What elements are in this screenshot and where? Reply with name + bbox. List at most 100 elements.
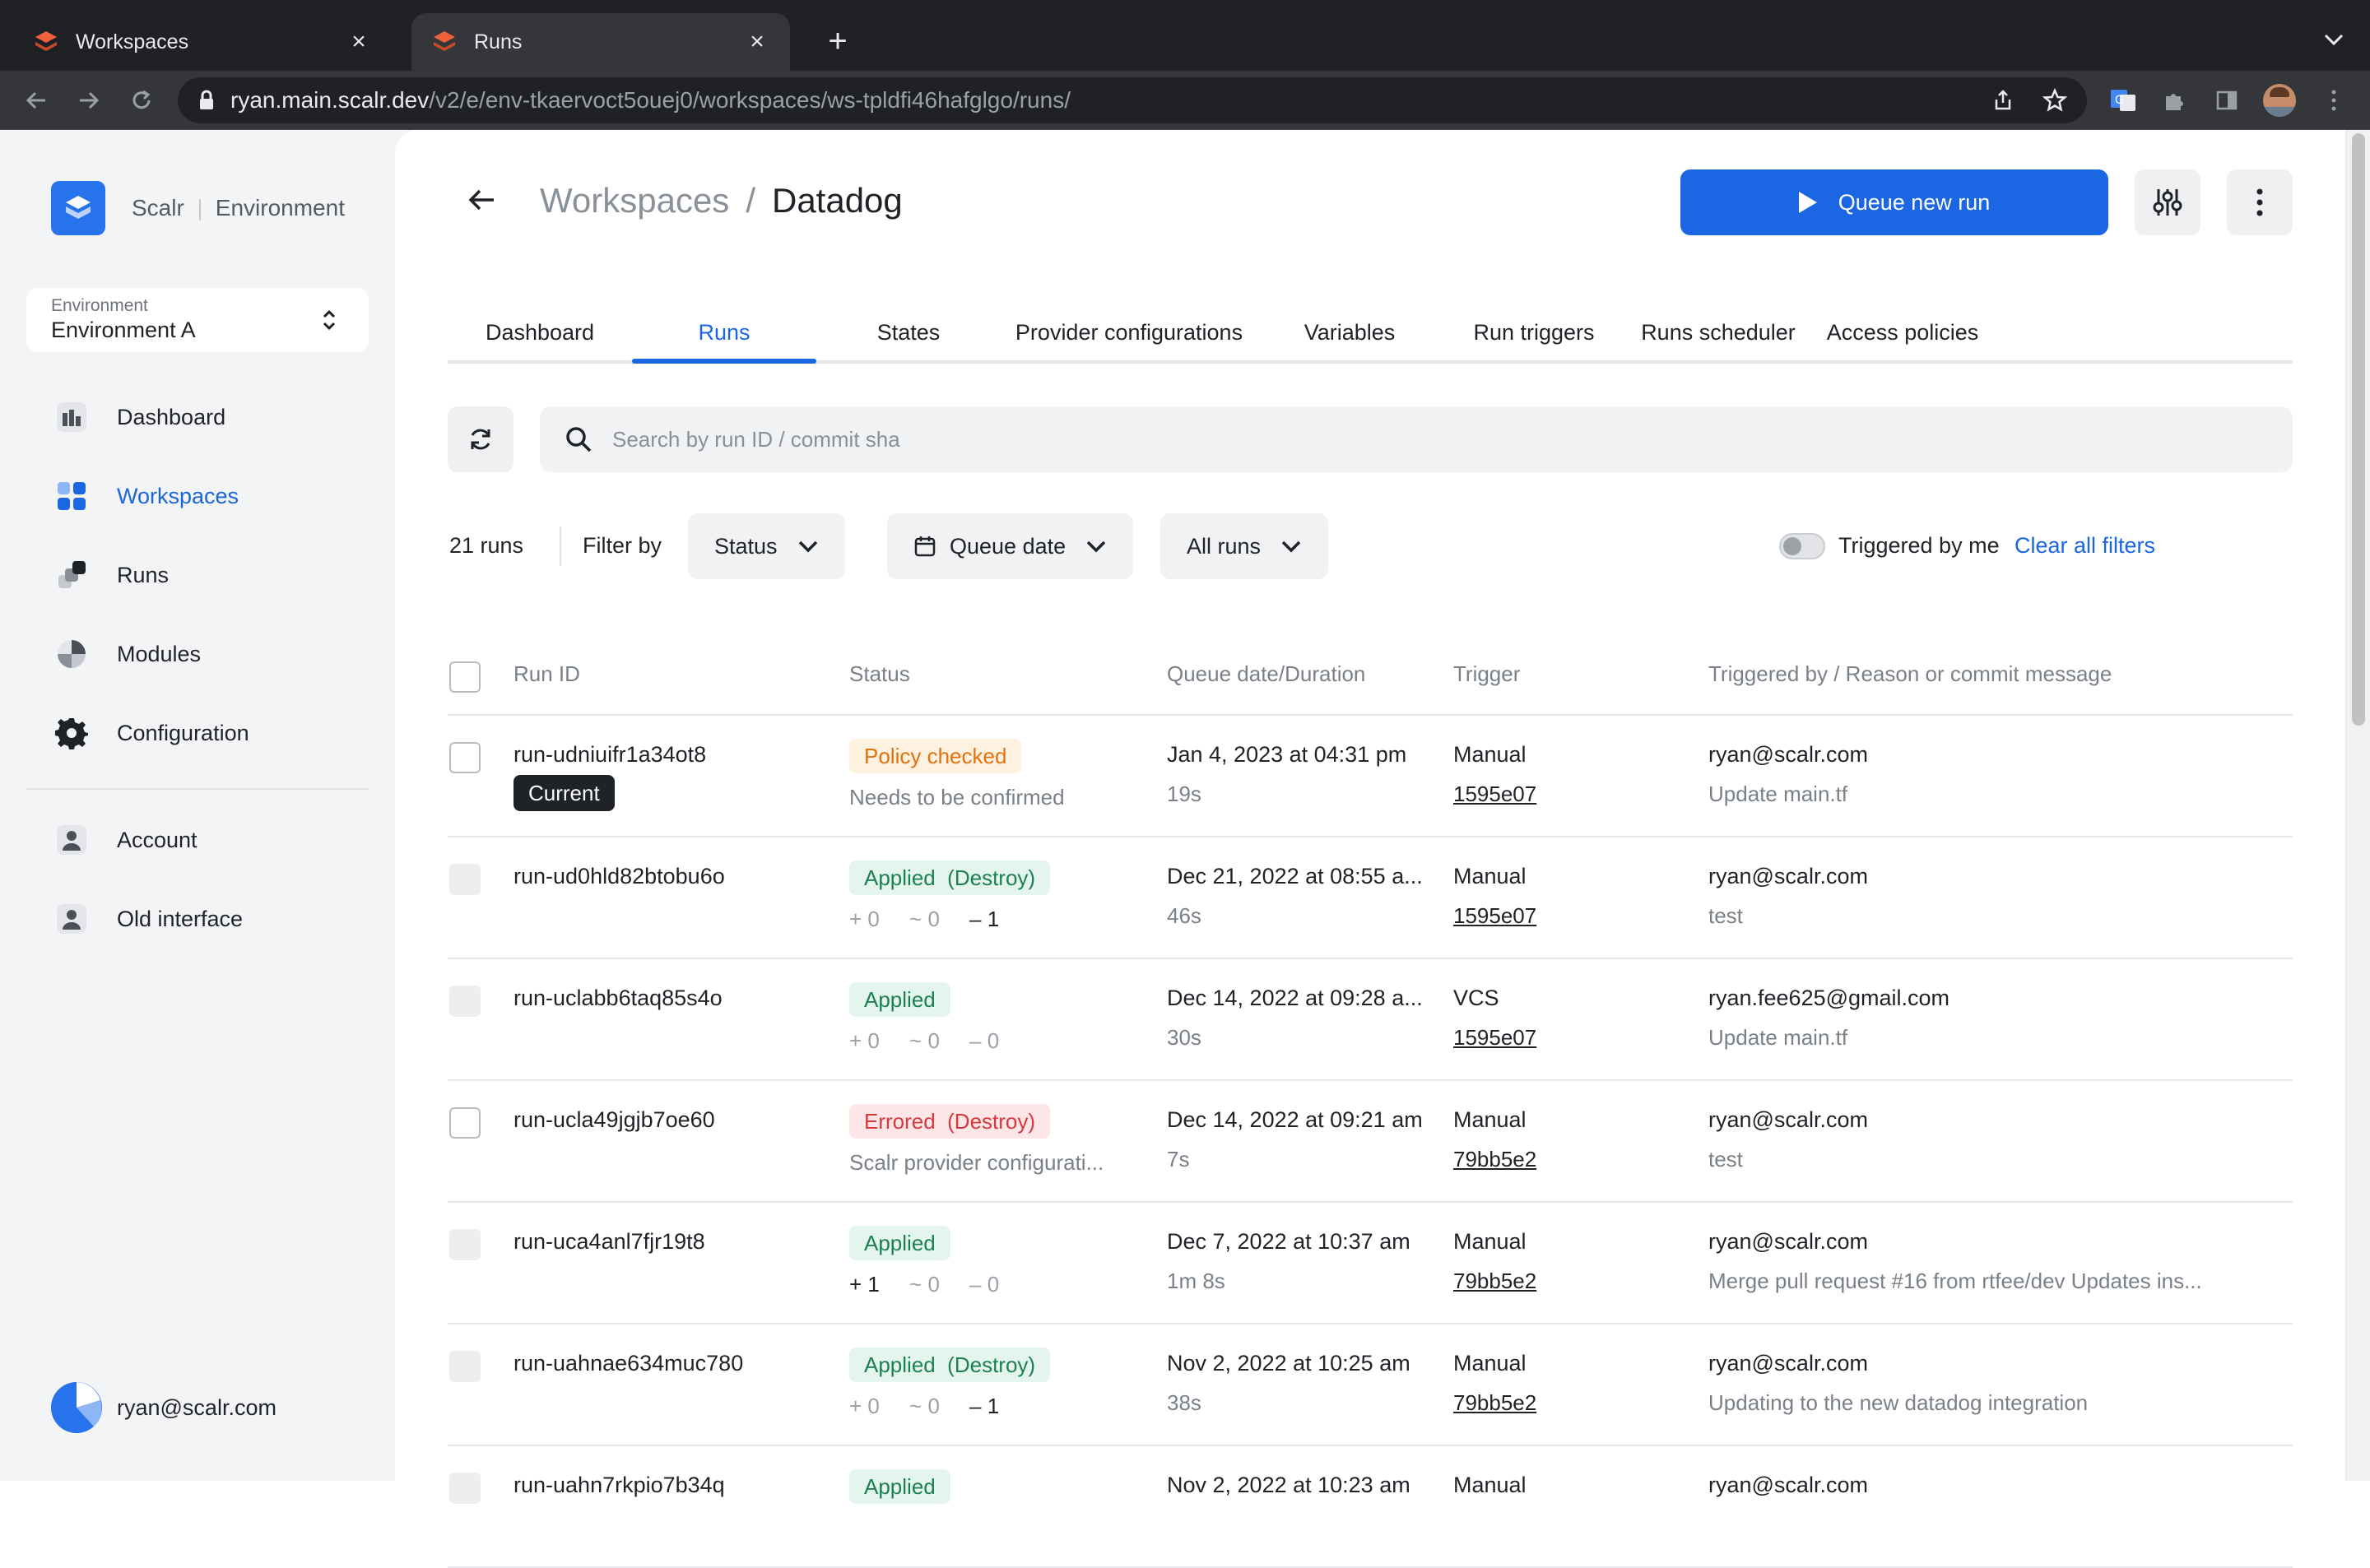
tab-variables[interactable]: Variables (1257, 303, 1442, 362)
refresh-button[interactable] (448, 406, 514, 472)
tab-run-triggers[interactable]: Run triggers (1442, 303, 1626, 362)
commit-sha-link[interactable]: 79bb5e2 (1453, 1390, 1536, 1416)
tab-access-policies[interactable]: Access policies (1810, 303, 1995, 362)
row-checkbox[interactable] (449, 864, 481, 895)
sidebar-item-account[interactable]: Account (51, 819, 198, 861)
run-id[interactable]: run-uclabb6taq85s4o (514, 986, 723, 1011)
table-row[interactable]: run-ud0hld82btobu6o Applied (Destroy) + 0 … (448, 837, 2293, 959)
queue-date: Jan 4, 2023 at 04:31 pm (1167, 742, 1407, 767)
run-id[interactable]: run-ucla49jgjb7oe60 (514, 1107, 715, 1133)
profile-avatar[interactable] (2261, 82, 2298, 118)
back-arrow-icon[interactable] (461, 179, 502, 220)
run-id[interactable]: run-uahnae634muc780 (514, 1351, 743, 1376)
environment-caption: Environment (51, 296, 148, 315)
table-row[interactable]: run-uahn7rkpio7b34q Applied Nov 2, 2022 at… (448, 1446, 2293, 1568)
tab-runs[interactable]: Runs (632, 303, 816, 362)
select-all-checkbox[interactable] (449, 661, 481, 693)
row-checkbox[interactable] (449, 1107, 481, 1139)
browser-tab-workspaces[interactable]: Workspaces × (13, 13, 392, 71)
commit-sha-link[interactable]: 1595e07 (1453, 782, 1536, 807)
commit-sha-link[interactable]: 1595e07 (1453, 903, 1536, 929)
share-icon[interactable] (1991, 89, 2014, 112)
row-checkbox[interactable] (449, 1229, 481, 1260)
tab-runs-scheduler[interactable]: Runs scheduler (1626, 303, 1810, 362)
translate-icon[interactable]: G (2105, 82, 2141, 118)
table-row[interactable]: run-ucla49jgjb7oe60 Errored (Destroy) Scal… (448, 1081, 2293, 1203)
added-count: 0 (867, 907, 880, 931)
duration: 30s (1167, 1025, 1201, 1050)
browser-toolbar: ryan.main.scalr.dev/v2/e/env-tkaervoct5o… (0, 71, 2370, 130)
address-bar[interactable]: ryan.main.scalr.dev/v2/e/env-tkaervoct5o… (178, 77, 2087, 123)
browser-tab-runs[interactable]: Runs × (411, 13, 790, 71)
scrollbar-thumb[interactable] (2352, 133, 2365, 726)
browser-menu-icon[interactable] (2316, 82, 2352, 118)
status-badge: Applied (849, 982, 950, 1017)
destroyed-count: 1 (987, 1394, 1000, 1418)
filter-divider (560, 527, 561, 566)
sidebar-item-old-interface[interactable]: Old interface (51, 898, 243, 939)
search-box[interactable] (540, 406, 2293, 472)
commit-sha-link[interactable]: 1595e07 (1453, 1025, 1536, 1051)
bookmark-star-icon[interactable] (2042, 88, 2067, 113)
commit-sha-link[interactable]: 79bb5e2 (1453, 1147, 1536, 1172)
commit-sha-link[interactable]: 79bb5e2 (1453, 1269, 1536, 1294)
all-runs-filter-dropdown[interactable]: All runs (1160, 513, 1329, 579)
side-panel-icon[interactable] (2209, 82, 2245, 118)
sidebar-item-label: Configuration (117, 720, 249, 745)
run-id[interactable]: run-udniuifr1a34ot8 (514, 742, 706, 768)
queue-date-filter-dropdown[interactable]: Queue date (887, 513, 1134, 579)
queue-new-run-button[interactable]: Queue new run (1680, 169, 2108, 235)
workspace-settings-button[interactable] (2135, 169, 2200, 235)
status-filter-dropdown[interactable]: Status (688, 513, 845, 579)
triggered-by: ryan.fee625@gmail.com (1708, 986, 1950, 1010)
status-detail: Needs to be confirmed (849, 785, 1065, 810)
user-menu[interactable]: ryan@scalr.com (51, 1382, 276, 1433)
table-row[interactable]: run-udniuifr1a34ot8 Current Policy checked… (448, 716, 2293, 837)
queue-date: Dec 14, 2022 at 09:21 am (1167, 1107, 1423, 1132)
new-tab-icon[interactable]: + (820, 20, 856, 63)
breadcrumb-workspaces-link[interactable]: Workspaces (540, 181, 729, 220)
clear-all-filters-link[interactable]: Clear all filters (2014, 533, 2155, 559)
sidebar-item-runs[interactable]: Runs (51, 554, 169, 596)
tab-search-chevron-icon[interactable] (2317, 23, 2350, 56)
tab-provider-configurations[interactable]: Provider configurations (1001, 303, 1257, 362)
environment-switcher[interactable]: Environment Environment A (26, 288, 369, 352)
changed-count: 0 (927, 1272, 940, 1297)
duration: 7s (1167, 1147, 1190, 1171)
run-id[interactable]: run-uahn7rkpio7b34q (514, 1473, 725, 1498)
close-tab-icon[interactable]: × (346, 28, 372, 56)
triggered-by-me-toggle[interactable] (1779, 533, 1825, 559)
row-checkbox[interactable] (449, 1473, 481, 1504)
brand[interactable]: Scalr Environment (51, 181, 345, 235)
row-checkbox[interactable] (449, 1351, 481, 1382)
more-options-button[interactable] (2227, 169, 2293, 235)
resource-changes: + 1 ~ 0 – 0 (849, 1272, 1000, 1297)
extensions-puzzle-icon[interactable] (2156, 82, 2192, 118)
sidebar-item-workspaces[interactable]: Workspaces (51, 476, 239, 517)
run-id[interactable]: run-uca4anl7fjr19t8 (514, 1229, 705, 1255)
table-row[interactable]: run-uahnae634muc780 Applied (Destroy) + 0 … (448, 1324, 2293, 1446)
tab-states[interactable]: States (816, 303, 1001, 362)
resource-changes: + 0 ~ 0 – 1 (849, 1394, 1000, 1418)
tab-title: Runs (474, 30, 523, 53)
destroyed-count: 0 (987, 1272, 1000, 1297)
sliders-icon (2153, 189, 2182, 216)
sidebar-item-dashboard[interactable]: Dashboard (51, 397, 225, 438)
row-checkbox[interactable] (449, 742, 481, 773)
old-interface-icon (51, 898, 92, 939)
sidebar-item-configuration[interactable]: Configuration (51, 712, 249, 754)
browser-reload-icon[interactable] (123, 82, 160, 118)
table-row[interactable]: run-uclabb6taq85s4o Applied + 0 ~ 0 – 0 Dec… (448, 959, 2293, 1081)
brand-context: Environment (215, 195, 345, 220)
page-scrollbar[interactable] (2345, 130, 2370, 1481)
row-checkbox[interactable] (449, 986, 481, 1017)
browser-back-icon[interactable] (18, 82, 54, 118)
tab-dashboard[interactable]: Dashboard (448, 303, 632, 362)
triggered-by: ryan@scalr.com (1708, 864, 1868, 888)
close-tab-icon[interactable]: × (744, 28, 770, 56)
table-row[interactable]: run-uca4anl7fjr19t8 Applied + 1 ~ 0 – 0 Dec… (448, 1203, 2293, 1324)
search-input[interactable] (612, 426, 2176, 452)
sidebar-item-modules[interactable]: Modules (51, 633, 201, 675)
run-id[interactable]: run-ud0hld82btobu6o (514, 864, 725, 889)
browser-forward-icon[interactable] (71, 82, 107, 118)
